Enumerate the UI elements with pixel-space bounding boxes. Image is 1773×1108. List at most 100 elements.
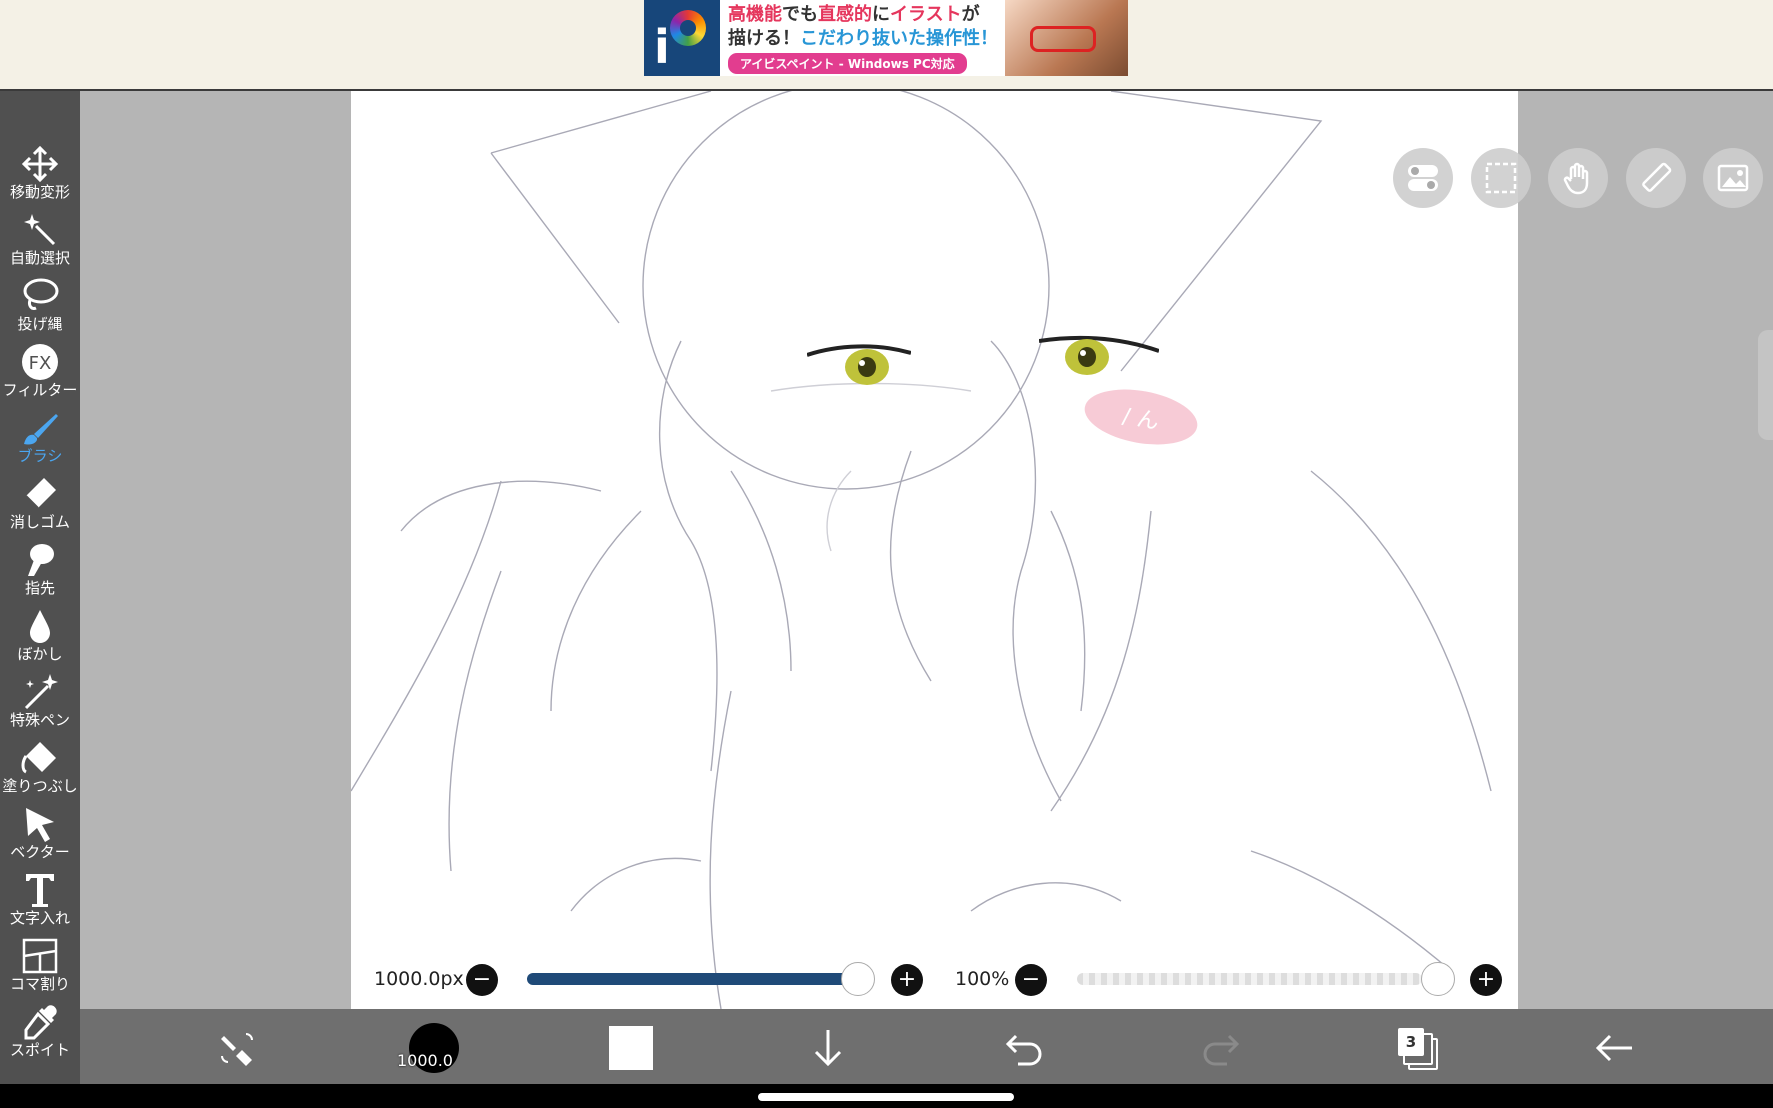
- tool-swap-button[interactable]: [208, 1020, 268, 1076]
- right-eye: [1038, 331, 1160, 377]
- tool-label: コマ割り: [9, 975, 70, 993]
- bottom-toolbar: [80, 1009, 1773, 1084]
- blur-drop-icon: [30, 610, 50, 643]
- tool-label: スポイト: [9, 1041, 70, 1059]
- tool-label: 消しゴム: [9, 513, 70, 531]
- tool-label: 指先: [24, 579, 55, 597]
- brush-size-knob[interactable]: [841, 962, 875, 996]
- brush-preview-label: 1000.0: [397, 1051, 453, 1070]
- drawing-canvas[interactable]: / ん: [351, 91, 1518, 1009]
- tool-lasso[interactable]: 投げ縄: [0, 276, 80, 342]
- tool-eyedropper[interactable]: スポイト: [0, 1002, 80, 1068]
- opacity-increase-button[interactable]: +: [1470, 964, 1502, 996]
- tool-label: 投げ縄: [17, 315, 63, 333]
- tool-text[interactable]: 文字入れ: [0, 870, 80, 936]
- undo-button[interactable]: [994, 1020, 1054, 1076]
- brush-preview-dot: 1000.0: [397, 1023, 459, 1073]
- tool-label: ベクター: [10, 843, 70, 861]
- tool-label: ぼかし: [17, 645, 63, 663]
- ad-text: 高機能でも直感的にイラストが 描ける！こだわり抜いた操作性！ アイビスペイント …: [720, 0, 1005, 76]
- ruler-icon: [1642, 162, 1672, 192]
- primary-color-swatch: [609, 1026, 653, 1070]
- toggle-icon: [1408, 165, 1438, 191]
- dashed-selection-icon: [1485, 162, 1517, 194]
- redo-button[interactable]: [1191, 1020, 1251, 1076]
- eyedropper-icon: [24, 1005, 57, 1040]
- fx-icon: FX: [22, 344, 58, 380]
- brush-eraser-swap-icon: [221, 1033, 253, 1066]
- finger-icon: [28, 544, 54, 576]
- tool-fill[interactable]: 塗りつぶし: [0, 738, 80, 804]
- download-button[interactable]: [798, 1020, 858, 1076]
- layers-icon: 3: [1398, 1028, 1438, 1070]
- tool-finger[interactable]: 指先: [0, 540, 80, 606]
- ibis-paint-logo-icon: i: [644, 0, 720, 76]
- tool-special-pen[interactable]: 特殊ペン: [0, 672, 80, 738]
- ad-line1: 高機能でも直感的にイラストが: [728, 3, 1005, 27]
- ad-line2-prefix: 描ける！: [728, 28, 800, 49]
- opacity-decrease-button[interactable]: −: [1015, 964, 1047, 996]
- move-icon: [21, 145, 59, 183]
- frame-divider-icon: [22, 938, 58, 974]
- undo-icon: [1005, 1034, 1042, 1066]
- hand-icon: [1563, 162, 1589, 195]
- ad-character-image: [1005, 0, 1128, 76]
- ad-bar: i 高機能でも直感的にイラストが 描ける！こだわり抜いた操作性！ アイビスペイン…: [0, 0, 1773, 91]
- tool-move-transform[interactable]: 移動変形: [0, 144, 80, 210]
- ad-line1-suffix: が: [961, 4, 980, 25]
- brush-size-decrease-button[interactable]: −: [466, 964, 498, 996]
- ruler-button[interactable]: [1626, 148, 1686, 208]
- brush-size-track[interactable]: [527, 973, 857, 985]
- brush-size-label: 1000.0px: [374, 968, 464, 990]
- tool-sidebar: 移動変形 自動選択 投げ縄 FX フィルター ブラシ 消しゴム 指先 ぼかし 特…: [0, 91, 80, 1084]
- opacity-knob[interactable]: [1421, 962, 1455, 996]
- opacity-label: 100%: [955, 968, 1010, 990]
- fill-bucket-icon: [21, 742, 56, 774]
- tool-vector[interactable]: ベクター: [0, 804, 80, 870]
- tool-label: ブラシ: [17, 447, 63, 465]
- tool-auto-select[interactable]: 自動選択: [0, 210, 80, 276]
- toggle-panel-button[interactable]: [1393, 148, 1453, 208]
- redo-icon: [1203, 1034, 1240, 1066]
- ad-line1-prefix: 高機能: [728, 4, 782, 25]
- tool-label: 自動選択: [9, 249, 70, 267]
- ad-logo-letter: i: [654, 20, 670, 74]
- ad-banner[interactable]: i 高機能でも直感的にイラストが 描ける！こだわり抜いた操作性！ アイビスペイン…: [644, 0, 1128, 76]
- tool-eraser[interactable]: 消しゴム: [0, 474, 80, 540]
- opacity-track[interactable]: [1077, 973, 1422, 985]
- tool-filter[interactable]: FX フィルター: [0, 342, 80, 408]
- selection-button[interactable]: [1471, 148, 1531, 208]
- ad-line1-hl: 直感的: [818, 4, 872, 25]
- tool-label: 移動変形: [9, 183, 70, 201]
- tool-label: 塗りつぶし: [2, 777, 78, 795]
- ad-pill: アイビスペイント - Windows PC対応: [728, 53, 967, 74]
- lasso-icon: [23, 278, 59, 310]
- tool-brush[interactable]: ブラシ: [0, 408, 80, 474]
- ad-line1-mid: でも: [782, 4, 818, 25]
- back-button[interactable]: [1584, 1020, 1644, 1076]
- brush-preview-button[interactable]: 1000.0: [397, 1020, 464, 1076]
- vector-cursor-icon: [26, 808, 54, 842]
- home-indicator[interactable]: [758, 1093, 1014, 1101]
- color-swatch-button[interactable]: [601, 1020, 661, 1076]
- magic-wand-icon: [24, 214, 56, 246]
- left-eye: [806, 341, 912, 387]
- svg-text:FX: FX: [29, 353, 52, 374]
- ad-line1-hl2: イラスト: [890, 4, 962, 25]
- text-icon: [26, 874, 54, 907]
- hand-button[interactable]: [1548, 148, 1608, 208]
- reference-image-button[interactable]: [1703, 148, 1763, 208]
- arrow-left-icon: [1595, 1034, 1632, 1062]
- arrow-down-icon: [814, 1030, 842, 1067]
- side-panel-tab[interactable]: [1758, 330, 1773, 440]
- tool-blur[interactable]: ぼかし: [0, 606, 80, 672]
- special-pen-icon: [24, 674, 58, 710]
- layers-button[interactable]: 3: [1388, 1020, 1448, 1076]
- ad-line2-hl: こだわり抜いた操作性！: [800, 28, 998, 49]
- brush-icon: [24, 414, 58, 445]
- tool-frame-divider[interactable]: コマ割り: [0, 936, 80, 1002]
- brush-size-increase-button[interactable]: +: [891, 964, 923, 996]
- eraser-icon: [25, 478, 56, 509]
- ad-line1-mid2: に: [872, 4, 890, 25]
- layer-count: 3: [1405, 1033, 1417, 1051]
